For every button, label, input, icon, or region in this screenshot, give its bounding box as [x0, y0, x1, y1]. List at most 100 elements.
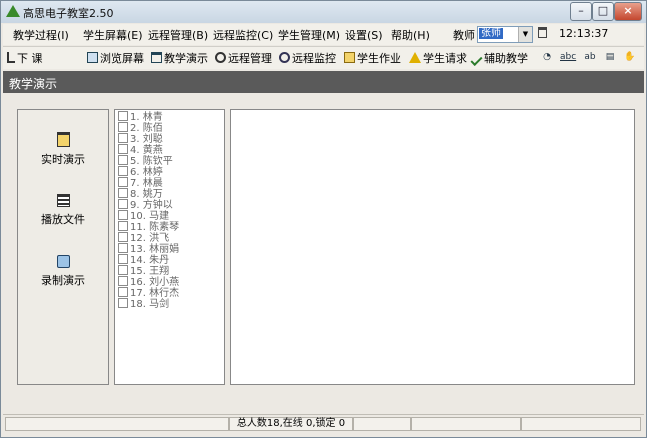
student-item[interactable]: 17. 林行杰 [118, 287, 179, 299]
record-demo-button[interactable]: 录制演示 [18, 255, 108, 288]
status-bar: 总人数18,在线 0,锁定 0 [3, 414, 644, 434]
menu-help[interactable]: 帮助(H) [391, 27, 430, 43]
student-checkbox[interactable] [118, 155, 128, 165]
student-name: 18. 马剑 [130, 299, 170, 310]
monitor-icon [87, 52, 98, 63]
status-cell-4 [411, 417, 521, 431]
menu-teaching-process[interactable]: 教学过程(I) [13, 27, 69, 43]
magnifier-icon [279, 52, 290, 63]
student-item[interactable]: 8. 姚万 [118, 188, 163, 200]
teacher-select[interactable]: 张师 ▼ [477, 26, 533, 43]
check-icon [470, 53, 483, 67]
student-item[interactable]: 18. 马剑 [118, 298, 170, 310]
student-checkbox[interactable] [118, 122, 128, 132]
student-checkbox[interactable] [118, 166, 128, 176]
student-checkbox[interactable] [118, 265, 128, 275]
student-item[interactable]: 16. 刘小燕 [118, 276, 179, 288]
student-item[interactable]: 15. 王翔 [118, 265, 169, 277]
student-checkbox[interactable] [118, 232, 128, 242]
close-button[interactable]: × [614, 2, 642, 21]
film-icon [56, 194, 70, 207]
browse-screen-label: 浏览屏幕 [100, 52, 144, 65]
student-checkbox[interactable] [118, 276, 128, 286]
student-item[interactable]: 6. 林婷 [118, 166, 163, 178]
remote-monitor-button[interactable]: 远程监控 [279, 50, 336, 66]
chevron-down-icon[interactable]: ▼ [518, 27, 532, 42]
student-checkbox[interactable] [118, 287, 128, 297]
clock: 12:13:37 [559, 27, 609, 40]
demo-display-area[interactable] [230, 109, 635, 385]
student-checkbox[interactable] [118, 144, 128, 154]
status-text: 总人数18,在线 0,锁定 0 [229, 417, 353, 431]
student-item[interactable]: 7. 林晨 [118, 177, 163, 189]
student-item[interactable]: 13. 林丽娟 [118, 243, 179, 255]
chat-icon[interactable]: ◔ [540, 51, 554, 64]
student-item[interactable]: 10. 马建 [118, 210, 169, 222]
student-item[interactable]: 5. 陈钦平 [118, 155, 173, 167]
student-checkbox[interactable] [118, 111, 128, 121]
student-checkbox[interactable] [118, 298, 128, 308]
student-checkbox[interactable] [118, 210, 128, 220]
toolbar: 下 课 浏览屏幕 教学演示 远程管理 远程监控 学生作业 学生请求 辅助教学 ◔… [3, 46, 644, 69]
student-item[interactable]: 9. 方钟以 [118, 199, 173, 211]
dictionary-icon[interactable]: ab [583, 51, 597, 64]
maximize-button[interactable]: □ [592, 2, 614, 21]
play-file-button[interactable]: 播放文件 [18, 194, 108, 227]
trash-icon[interactable] [538, 27, 547, 38]
student-item[interactable]: 2. 陈佰 [118, 122, 163, 134]
class-end-button[interactable]: 下 课 [7, 50, 43, 66]
assist-teaching-label: 辅助教学 [484, 52, 528, 65]
remote-monitor-label: 远程监控 [292, 52, 336, 65]
student-item[interactable]: 14. 朱丹 [118, 254, 169, 266]
book-icon[interactable]: ▤ [603, 51, 617, 64]
live-demo-icon [56, 132, 70, 147]
record-icon [56, 255, 70, 268]
student-checkbox[interactable] [118, 254, 128, 264]
live-demo-label: 实时演示 [41, 153, 85, 166]
status-cell-left [5, 417, 229, 431]
menu-student-screen[interactable]: 学生屏幕(E) [83, 27, 143, 43]
presentation-icon [151, 52, 162, 63]
homework-button[interactable]: 学生作业 [344, 50, 401, 66]
student-item[interactable]: 11. 陈素琴 [118, 221, 179, 233]
student-item[interactable]: 1. 林青 [118, 111, 163, 123]
teaching-demo-label: 教学演示 [164, 52, 208, 65]
section-title: 教学演示 [9, 77, 58, 91]
student-checkbox[interactable] [118, 221, 128, 231]
student-item[interactable]: 12. 洪飞 [118, 232, 169, 244]
teaching-demo-button[interactable]: 教学演示 [151, 50, 208, 66]
student-item[interactable]: 3. 刘聪 [118, 133, 163, 145]
assist-teaching-button[interactable]: 辅助教学 [470, 50, 528, 67]
student-request-label: 学生请求 [423, 52, 467, 65]
teacher-label: 教师 [453, 29, 475, 42]
section-header: 教学演示 [3, 71, 644, 93]
remote-manage-button[interactable]: 远程管理 [215, 50, 272, 66]
student-checkbox[interactable] [118, 177, 128, 187]
teacher-select-value: 张师 [479, 28, 503, 39]
browse-screen-button[interactable]: 浏览屏幕 [87, 50, 144, 66]
class-end-icon [7, 52, 15, 63]
status-cell-3 [353, 417, 411, 431]
remote-manage-label: 远程管理 [228, 52, 272, 65]
student-checkbox[interactable] [118, 243, 128, 253]
class-end-label: 下 课 [17, 52, 43, 65]
student-request-button[interactable]: 学生请求 [409, 50, 467, 66]
menu-settings[interactable]: 设置(S) [345, 27, 383, 43]
live-demo-button[interactable]: 实时演示 [18, 132, 108, 167]
menu-remote-monitor[interactable]: 远程监控(C) [213, 27, 273, 43]
title-bar: 高思电子教室2.50 – □ × [1, 1, 646, 23]
menu-student-manage[interactable]: 学生管理(M) [278, 27, 340, 43]
student-checkbox[interactable] [118, 188, 128, 198]
spelling-icon[interactable]: abc [560, 51, 576, 64]
student-checkbox[interactable] [118, 133, 128, 143]
minimize-button[interactable]: – [570, 2, 592, 21]
play-file-label: 播放文件 [41, 213, 85, 226]
window-title: 高思电子教室2.50 [23, 7, 114, 20]
app-icon [6, 5, 20, 17]
student-item[interactable]: 4. 黄燕 [118, 144, 163, 156]
menu-remote-manage[interactable]: 远程管理(B) [148, 27, 208, 43]
student-checkbox[interactable] [118, 199, 128, 209]
student-list: 1. 林青 2. 陈佰 3. 刘聪 4. 黄燕 5. 陈钦平 6. 林婷 7. … [114, 109, 225, 385]
hand-icon[interactable]: ✋ [623, 51, 637, 64]
warning-icon [409, 52, 421, 63]
